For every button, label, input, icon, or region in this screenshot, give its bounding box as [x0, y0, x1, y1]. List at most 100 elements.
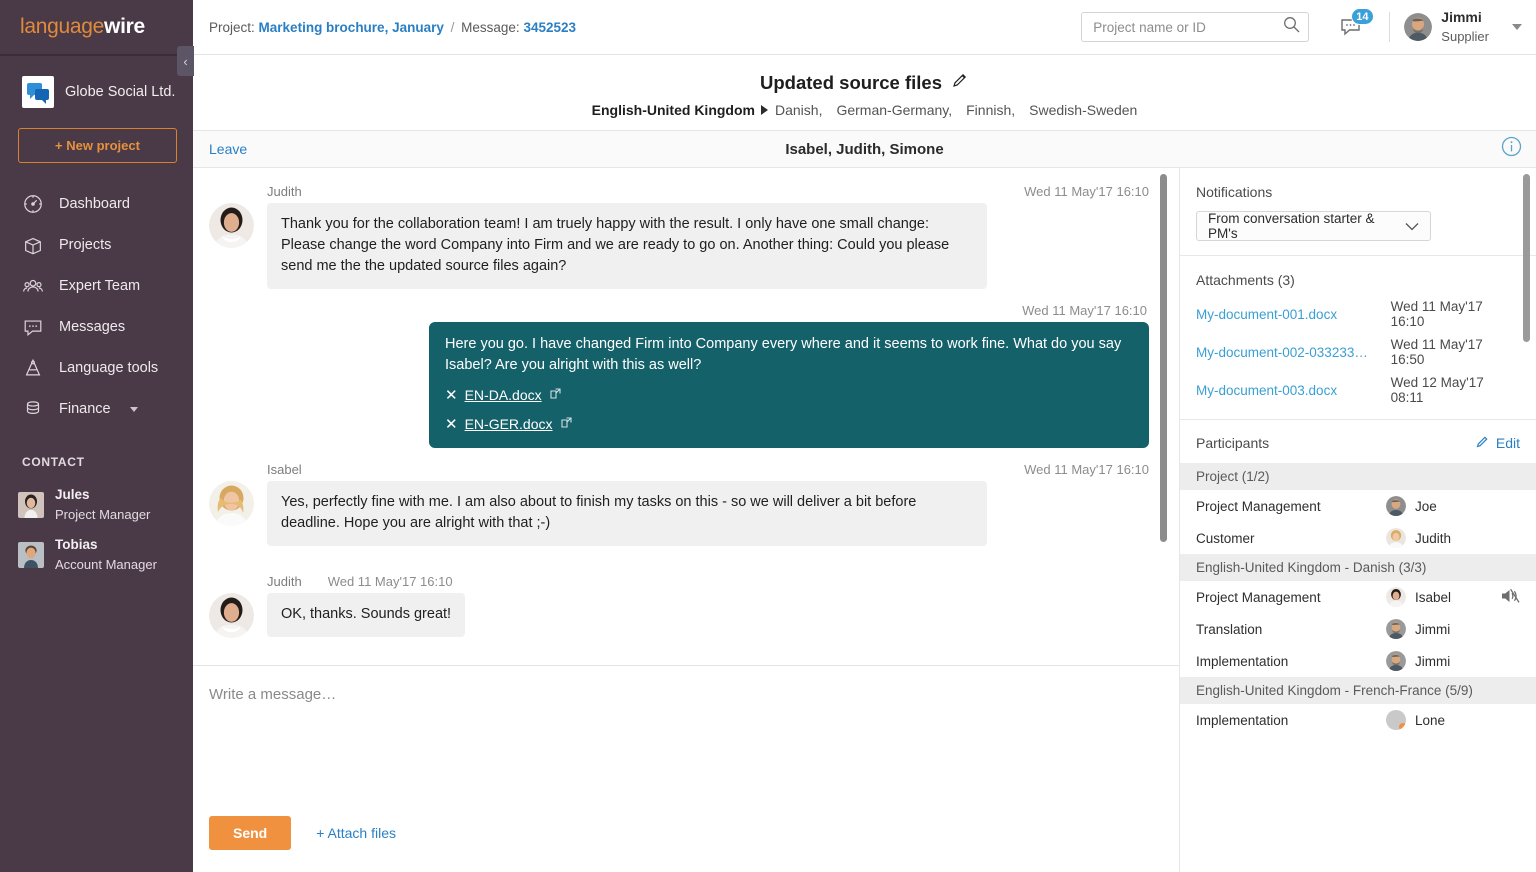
- brand-logo[interactable]: languagewire: [0, 0, 193, 56]
- speech-bubble-icon: [22, 316, 44, 338]
- message-timestamp: Wed 11 May'17 16:10: [328, 574, 453, 589]
- message-author: Isabel: [267, 462, 302, 477]
- avatar: [1386, 587, 1406, 607]
- leave-conversation-button[interactable]: Leave: [209, 141, 247, 157]
- gauge-icon: [22, 193, 44, 215]
- remove-attachment-icon[interactable]: ✕: [445, 417, 458, 432]
- send-button[interactable]: Send: [209, 816, 291, 850]
- message-bubble: Yes, perfectly fine with me. I am also a…: [267, 481, 987, 546]
- message-bubble-own: Here you go. I have changed Firm into Co…: [429, 322, 1149, 448]
- external-link-icon[interactable]: [560, 414, 573, 434]
- edit-pencil-icon[interactable]: [951, 71, 969, 94]
- mute-icon[interactable]: [1501, 588, 1520, 607]
- messages-notification-button[interactable]: 14: [1339, 13, 1367, 41]
- participant-role: Customer: [1196, 531, 1386, 546]
- sidebar-item-label: Finance: [59, 401, 111, 417]
- attach-files-button[interactable]: + Attach files: [316, 825, 396, 841]
- attachment-row: My-document-001.docx Wed 11 May'17 16:10: [1196, 299, 1520, 329]
- sidebar-item-messages[interactable]: Messages: [0, 306, 193, 347]
- avatar: [1404, 13, 1432, 41]
- details-panel-scrollbar[interactable]: [1523, 174, 1530, 342]
- avatar: [1386, 496, 1406, 516]
- message-attachment: ✕ EN-GER.docx: [445, 414, 1133, 434]
- sidebar-item-label: Messages: [59, 319, 125, 335]
- edit-pencil-icon: [1475, 434, 1490, 452]
- avatar: [1386, 651, 1406, 671]
- participant-name: Lone: [1415, 713, 1445, 728]
- remove-attachment-icon[interactable]: ✕: [445, 388, 458, 403]
- sidebar-item-projects[interactable]: Projects: [0, 224, 193, 265]
- left-sidebar: languagewire ‹ Globe Social Ltd. + New p…: [0, 0, 193, 872]
- user-menu[interactable]: Jimmi Supplier: [1404, 8, 1522, 46]
- attachment-link[interactable]: My-document-001.docx: [1196, 307, 1391, 322]
- participant-row: Implementation Jimmi: [1180, 645, 1536, 677]
- sidebar-collapse-toggle[interactable]: ‹: [177, 46, 194, 76]
- message-item: Isabel Wed 11 May'17 16:10: [209, 462, 1149, 546]
- avatar: [1386, 528, 1406, 548]
- sidebar-item-label: Projects: [59, 237, 111, 253]
- participants-group-header: Project (1/2): [1180, 463, 1536, 490]
- breadcrumb-project-name[interactable]: Marketing brochure, January: [259, 20, 444, 35]
- language-pairs: English-United Kingdom Danish, German-Ge…: [193, 102, 1536, 118]
- search-icon[interactable]: [1283, 16, 1300, 38]
- sidebar-item-label: Dashboard: [59, 196, 130, 212]
- attachment-date: Wed 11 May'17 16:10: [1391, 299, 1520, 329]
- contact-name: Jules: [55, 487, 90, 502]
- external-link-icon[interactable]: [549, 385, 562, 405]
- attachment-link[interactable]: My-document-003.docx: [1196, 383, 1391, 398]
- attachment-link[interactable]: My-document-002-033233…: [1196, 345, 1391, 360]
- attachment-name[interactable]: EN-DA.docx: [465, 385, 542, 405]
- source-language: English-United Kingdom: [592, 102, 755, 118]
- avatar: [18, 492, 44, 518]
- search-box[interactable]: [1081, 12, 1309, 42]
- notifications-selected-value: From conversation starter & PM's: [1208, 211, 1405, 241]
- edit-participants-button[interactable]: Edit: [1475, 434, 1520, 452]
- chevron-left-icon: ‹: [183, 54, 187, 69]
- breadcrumb-message-id[interactable]: 3452523: [523, 20, 576, 35]
- user-role: Supplier: [1441, 29, 1489, 44]
- sidebar-item-finance[interactable]: Finance: [0, 388, 193, 429]
- info-icon[interactable]: [1501, 136, 1522, 162]
- contact-role: Project Manager: [55, 507, 150, 522]
- breadcrumb-separator: /: [451, 20, 455, 35]
- message-timestamp: Wed 11 May'17 16:10: [1024, 462, 1149, 477]
- participant-role: Project Management: [1196, 590, 1386, 605]
- new-project-button[interactable]: + New project: [18, 128, 177, 163]
- contact-heading: CONTACT: [0, 429, 193, 480]
- participant-row: Project Management Joe: [1180, 490, 1536, 522]
- compass-icon: [22, 357, 44, 379]
- message-author: Judith: [267, 184, 302, 199]
- content-split: Judith Wed 11 May'17 16:10: [193, 168, 1536, 872]
- company-logo-icon: [22, 76, 54, 108]
- message-input[interactable]: [209, 684, 1163, 816]
- avatar: [209, 593, 254, 638]
- participant-row: Translation Jimmi: [1180, 613, 1536, 645]
- participant-role: Implementation: [1196, 654, 1386, 669]
- message-meta: Judith Wed 11 May'17 16:10: [209, 574, 1149, 589]
- contact-tobias[interactable]: Tobias Account Manager: [0, 530, 193, 580]
- notifications-section: Notifications From conversation starter …: [1180, 168, 1536, 256]
- messages-scrollbar[interactable]: [1160, 174, 1167, 542]
- notifications-select[interactable]: From conversation starter & PM's: [1196, 211, 1431, 241]
- box-icon: [22, 234, 44, 256]
- sidebar-item-expert-team[interactable]: Expert Team: [0, 265, 193, 306]
- thread-header: Leave Isabel, Judith, Simone: [193, 130, 1536, 168]
- attachment-name[interactable]: EN-GER.docx: [465, 414, 553, 434]
- chevron-down-icon: [130, 407, 138, 412]
- company-header[interactable]: Globe Social Ltd.: [0, 56, 193, 126]
- chevron-down-icon: [1405, 219, 1419, 234]
- message-item: Judith Wed 11 May'17 16:10: [209, 184, 1149, 289]
- coins-icon: [22, 398, 44, 420]
- breadcrumb-message-label: Message:: [461, 20, 520, 35]
- chevron-down-icon[interactable]: [1512, 24, 1522, 30]
- contact-jules[interactable]: Jules Project Manager: [0, 480, 193, 530]
- message-meta: Isabel Wed 11 May'17 16:10: [209, 462, 1149, 477]
- top-bar: Project: Marketing brochure, January / M…: [193, 0, 1536, 55]
- search-input[interactable]: [1093, 20, 1283, 35]
- avatar: [209, 481, 254, 526]
- participants-title: Participants: [1196, 435, 1269, 451]
- message-timestamp: Wed 11 May'17 16:10: [1024, 184, 1149, 199]
- sidebar-item-dashboard[interactable]: Dashboard: [0, 183, 193, 224]
- sidebar-item-language-tools[interactable]: Language tools: [0, 347, 193, 388]
- attachment-date: Wed 12 May'17 08:11: [1391, 375, 1520, 405]
